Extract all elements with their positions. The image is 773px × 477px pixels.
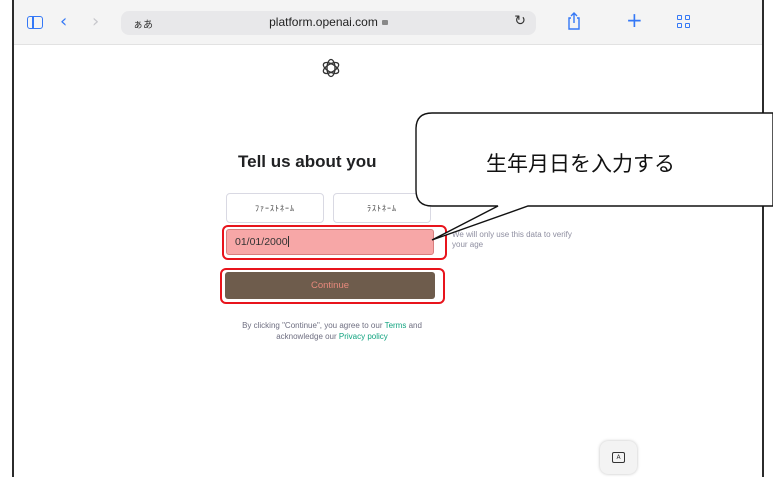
plus-icon[interactable]: + — [626, 10, 643, 30]
terms-prefix: By clicking "Continue", you agree to our — [242, 321, 385, 330]
birthday-hint: We will only use this data to verify you… — [452, 230, 572, 249]
continue-button[interactable]: Continue — [225, 272, 435, 299]
share-icon[interactable] — [567, 12, 581, 34]
callout-text: 生年月日を入力する — [486, 152, 675, 176]
terms-notice: By clicking "Continue", you agree to our… — [220, 320, 444, 342]
privacy-policy-link[interactable]: Privacy policy — [339, 332, 388, 341]
tab-grid-icon[interactable] — [677, 15, 690, 28]
keyboard-icon: A — [612, 452, 625, 463]
forward-arrow-icon[interactable]: › — [92, 12, 99, 32]
keyboard-button[interactable]: A — [600, 441, 637, 474]
reload-icon[interactable]: ↻ — [514, 13, 526, 29]
text-cursor — [287, 236, 289, 247]
browser-toolbar: ‹ › ぁあ platform.openai.com ↻ + — [14, 0, 762, 45]
birthday-value: 01/01/2000 — [235, 236, 288, 248]
back-arrow-icon[interactable]: ‹ — [60, 12, 67, 32]
terms-link[interactable]: Terms — [385, 321, 407, 330]
lock-icon — [381, 20, 388, 25]
first-name-input[interactable]: ﾌｧｰｽﾄﾈｰﾑ — [226, 193, 324, 223]
sidebar-icon[interactable] — [27, 16, 43, 29]
last-name-input[interactable]: ﾗｽﾄﾈｰﾑ — [333, 193, 431, 223]
openai-logo-icon — [320, 57, 342, 79]
url-text: platform.openai.com — [269, 15, 378, 29]
birthday-input[interactable]: 01/01/2000 — [226, 229, 434, 255]
page-title: Tell us about you — [238, 152, 377, 171]
address-bar[interactable]: ぁあ platform.openai.com ↻ — [121, 11, 536, 35]
